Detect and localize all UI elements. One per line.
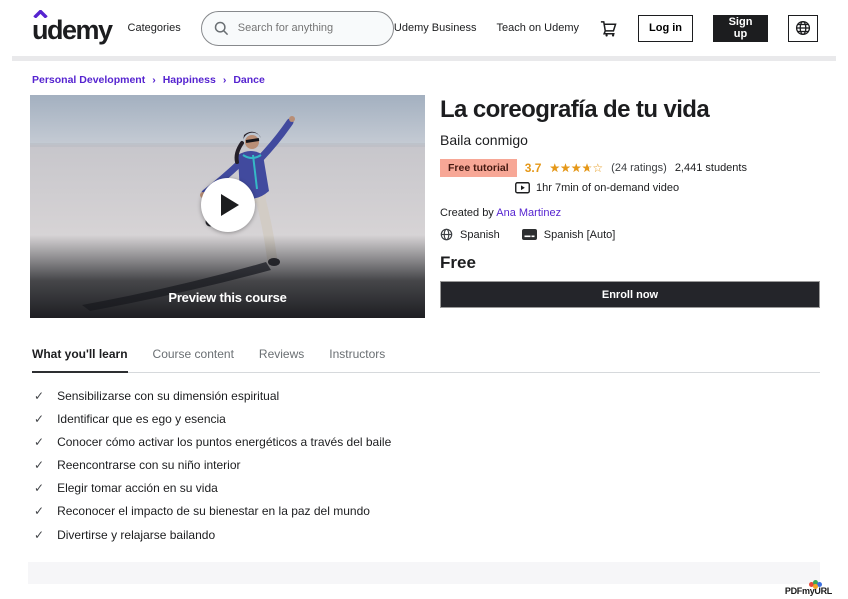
tab-instructors[interactable]: Instructors bbox=[329, 339, 385, 372]
language-row: Spanish Spanish [Auto] bbox=[440, 228, 820, 241]
check-icon: ✓ bbox=[34, 413, 44, 426]
breadcrumb: Personal Development › Happiness › Dance bbox=[32, 74, 848, 86]
teach-on-udemy-link[interactable]: Teach on Udemy bbox=[496, 22, 579, 34]
check-icon: ✓ bbox=[34, 529, 44, 542]
instructor-link[interactable]: Ana Martinez bbox=[496, 207, 561, 219]
course-tabs: What you'll learn Course content Reviews… bbox=[32, 339, 820, 373]
top-navbar: udemy Categories Udemy Business Teach on… bbox=[0, 0, 848, 56]
learn-item-text: Reencontrarse con su niño interior bbox=[57, 459, 240, 472]
ratings-count-link[interactable]: (24 ratings) bbox=[611, 162, 667, 174]
list-item: ✓ Reencontrarse con su niño interior bbox=[34, 459, 820, 472]
duration-text: 1hr 7min of on-demand video bbox=[536, 182, 679, 194]
free-tutorial-badge: Free tutorial bbox=[440, 159, 517, 177]
list-item: ✓ Elegir tomar acción en su vida bbox=[34, 482, 820, 495]
udemy-logo-text: udemy bbox=[32, 15, 112, 45]
captions-text: Spanish [Auto] bbox=[544, 229, 616, 241]
rating-value: 3.7 bbox=[525, 161, 542, 175]
course-preview-video[interactable]: Preview this course bbox=[30, 95, 425, 318]
header-divider bbox=[12, 56, 836, 61]
course-hero: Preview this course La coreografía de tu… bbox=[30, 95, 820, 318]
stars-fill: ★★★★★ bbox=[549, 162, 589, 174]
tab-course-content[interactable]: Course content bbox=[153, 339, 234, 372]
check-icon: ✓ bbox=[34, 436, 44, 449]
created-by-row: Created by Ana Martinez bbox=[440, 207, 820, 219]
language-selector-button[interactable] bbox=[788, 15, 818, 42]
signup-button[interactable]: Sign up bbox=[713, 15, 768, 42]
header-actions: Udemy Business Teach on Udemy Log in Sig… bbox=[394, 15, 818, 42]
pdfmyurl-watermark[interactable]: PDFmyURL bbox=[785, 586, 832, 596]
students-count: 2,441 students bbox=[675, 162, 747, 174]
list-item: ✓ Identificar que es ego y esencia bbox=[34, 413, 820, 426]
course-subtitle: Baila conmigo bbox=[440, 132, 820, 148]
course-info-panel: La coreografía de tu vida Baila conmigo … bbox=[425, 95, 820, 318]
learn-item-text: Conocer cómo activar los puntos energéti… bbox=[57, 436, 391, 449]
categories-menu[interactable]: Categories bbox=[128, 22, 181, 34]
cart-button[interactable] bbox=[599, 19, 618, 38]
list-item: ✓ Reconocer el impacto de su bienestar e… bbox=[34, 505, 820, 518]
check-icon: ✓ bbox=[34, 390, 44, 403]
play-icon bbox=[221, 194, 239, 216]
learn-item-text: Identificar que es ego y esencia bbox=[57, 413, 226, 426]
play-button[interactable] bbox=[201, 178, 255, 232]
language-text: Spanish bbox=[460, 229, 500, 241]
breadcrumb-personal-development[interactable]: Personal Development bbox=[32, 74, 145, 86]
course-title: La coreografía de tu vida bbox=[440, 97, 820, 123]
price-label: Free bbox=[440, 253, 820, 273]
check-icon: ✓ bbox=[34, 505, 44, 518]
language-globe-icon bbox=[440, 228, 453, 241]
breadcrumb-separator-icon: › bbox=[152, 74, 156, 86]
globe-icon bbox=[795, 20, 811, 36]
learn-item-text: Elegir tomar acción en su vida bbox=[57, 482, 218, 495]
udemy-logo-caret-icon bbox=[33, 10, 48, 18]
learn-item-text: Divertirse y relajarse bailando bbox=[57, 529, 215, 542]
check-icon: ✓ bbox=[34, 459, 44, 472]
created-by-label: Created by bbox=[440, 207, 494, 219]
udemy-business-link[interactable]: Udemy Business bbox=[394, 22, 477, 34]
search-bar[interactable] bbox=[201, 11, 394, 46]
tab-what-youll-learn[interactable]: What you'll learn bbox=[32, 339, 128, 373]
cart-icon bbox=[599, 19, 618, 38]
tab-reviews[interactable]: Reviews bbox=[259, 339, 304, 372]
udemy-course-page: udemy Categories Udemy Business Teach on… bbox=[0, 0, 848, 599]
udemy-logo[interactable]: udemy bbox=[32, 13, 112, 44]
search-input[interactable] bbox=[238, 22, 381, 34]
list-item: ✓ Divertirse y relajarse bailando bbox=[34, 529, 820, 542]
closed-captions-icon bbox=[522, 229, 537, 240]
learn-objectives-list: ✓ Sensibilizarse con su dimensión espiri… bbox=[34, 390, 820, 541]
breadcrumb-dance[interactable]: Dance bbox=[233, 74, 265, 86]
star-rating-icon: ☆☆☆☆☆ ★★★★★ bbox=[549, 162, 603, 174]
list-item: ✓ Conocer cómo activar los puntos energé… bbox=[34, 436, 820, 449]
learn-item-text: Sensibilizarse con su dimensión espiritu… bbox=[57, 390, 279, 403]
login-button[interactable]: Log in bbox=[638, 15, 693, 42]
rating-row: Free tutorial 3.7 ☆☆☆☆☆ ★★★★★ (24 rating… bbox=[440, 159, 820, 177]
breadcrumb-happiness[interactable]: Happiness bbox=[163, 74, 216, 86]
check-icon: ✓ bbox=[34, 482, 44, 495]
search-icon bbox=[214, 21, 229, 36]
enroll-now-button[interactable]: Enroll now bbox=[440, 281, 820, 308]
video-icon bbox=[515, 182, 530, 194]
breadcrumb-separator-icon: › bbox=[223, 74, 227, 86]
list-item: ✓ Sensibilizarse con su dimensión espiri… bbox=[34, 390, 820, 403]
learn-item-text: Reconocer el impacto de su bienestar en … bbox=[57, 505, 370, 518]
duration-row: 1hr 7min of on-demand video bbox=[515, 182, 820, 194]
pdfmyurl-logo-icon bbox=[809, 580, 823, 589]
footer-bar bbox=[28, 562, 820, 584]
preview-course-label: Preview this course bbox=[30, 290, 425, 305]
